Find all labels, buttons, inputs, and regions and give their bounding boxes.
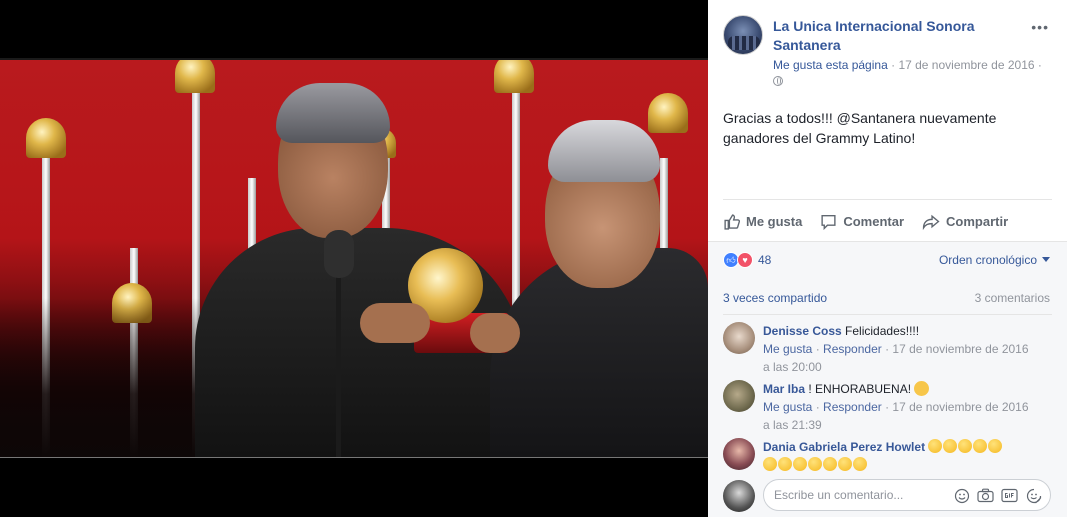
like-page-link[interactable]: Me gusta esta página [773,58,888,72]
love-reaction-icon: ♥ [737,252,753,268]
clap-emoji-icon [763,457,777,471]
gif-icon[interactable] [1001,487,1018,504]
clap-emoji-row [928,439,1003,454]
comment-like-link[interactable]: Me gusta [763,342,812,356]
clap-emoji-icon [808,457,822,471]
comment-time: a las 20:00 [763,360,822,374]
comment-text: Felicidades!!!! [845,324,920,338]
clap-emoji-icon [853,457,867,471]
post-header: La Unica Internacional Sonora Santanera … [723,15,1055,86]
divider [723,199,1052,200]
comment-time: a las 21:39 [763,418,822,432]
comment-label: Comentar [843,213,905,229]
post-date[interactable]: 17 de noviembre de 2016 [898,58,1034,72]
comment-date[interactable]: 17 de noviembre de 2016 [892,342,1028,356]
clap-emoji-icon [823,457,837,471]
comment-button[interactable]: Comentar [820,208,904,234]
emoji-icon[interactable] [953,487,970,504]
clap-emoji-icon [793,457,807,471]
commenter-avatar[interactable] [723,438,755,470]
like-button[interactable]: Me gusta [723,208,802,234]
clap-emoji-icon [928,439,943,453]
page-avatar[interactable] [723,15,763,55]
camera-icon[interactable] [977,487,994,504]
globe-icon [773,76,783,86]
like-label: Me gusta [746,213,803,229]
comment-input[interactable]: Escribe un comentario... [763,479,1051,511]
commenter-avatar[interactable] [723,322,755,354]
more-icon[interactable]: ••• [1031,19,1049,35]
current-user-avatar [723,480,755,512]
clap-emoji-icon [838,457,852,471]
post-actions: Me gusta Comentar Compartir [723,208,1053,234]
clap-emoji-icon [988,439,1003,453]
post-meta: Me gusta esta página · 17 de noviembre d… [773,57,1063,89]
comment-author[interactable]: Dania Gabriela Perez Howlet [763,440,925,454]
commenter-avatar[interactable] [723,380,755,412]
reactions-summary[interactable]: 👍︎ ♥ 48 [723,252,771,268]
comment-icon [821,214,836,230]
comments-section: 👍︎ ♥ 48 Orden cronológico 3 veces compar… [708,241,1067,517]
comment-item: Dania Gabriela Perez Howlet [723,438,1053,474]
share-icon [922,214,940,230]
microphone [324,230,354,278]
reaction-count: 48 [758,253,772,267]
divider [723,314,1052,315]
share-label: Compartir [946,213,1009,229]
clap-emoji-icon [943,439,958,453]
comment-item: Denisse Coss Felicidades!!!! Me gusta · … [723,322,1053,374]
comment-author[interactable]: Mar Iba [763,382,805,396]
post-text: Gracias a todos!!! @Santanera nuevamente… [723,110,997,146]
sticker-icon[interactable] [1025,487,1042,504]
comment-like-link[interactable]: Me gusta [763,400,812,414]
clap-emoji-icon [778,457,792,471]
smile-emoji-icon [914,381,930,396]
clap-emoji-row [763,457,868,472]
comment-item: Mar Iba ! ENHORABUENA! Me gusta · Respon… [723,380,1053,432]
comment-composer: Escribe un comentario... [723,479,1053,512]
share-button[interactable]: Compartir [922,208,1008,234]
page-name-link[interactable]: La Unica Internacional Sonora Santanera [773,17,1013,55]
comment-placeholder: Escribe un comentario... [774,488,904,502]
comment-author[interactable]: Denisse Coss [763,324,842,338]
post-photo[interactable] [0,0,708,517]
comment-reply-link[interactable]: Responder [823,400,882,414]
clap-emoji-icon [958,439,973,453]
shares-link[interactable]: 3 veces compartido [723,291,827,305]
comment-count[interactable]: 3 comentarios [975,291,1050,305]
grammy-stage-image [0,58,708,458]
clap-emoji-icon [973,439,988,453]
comment-order-dropdown[interactable]: Orden cronológico [939,253,1050,267]
comment-reply-link[interactable]: Responder [823,342,882,356]
comment-text: ! ENHORABUENA! [808,382,912,396]
like-icon [724,213,740,230]
comment-date[interactable]: 17 de noviembre de 2016 [892,400,1028,414]
post-panel: La Unica Internacional Sonora Santanera … [708,0,1067,517]
